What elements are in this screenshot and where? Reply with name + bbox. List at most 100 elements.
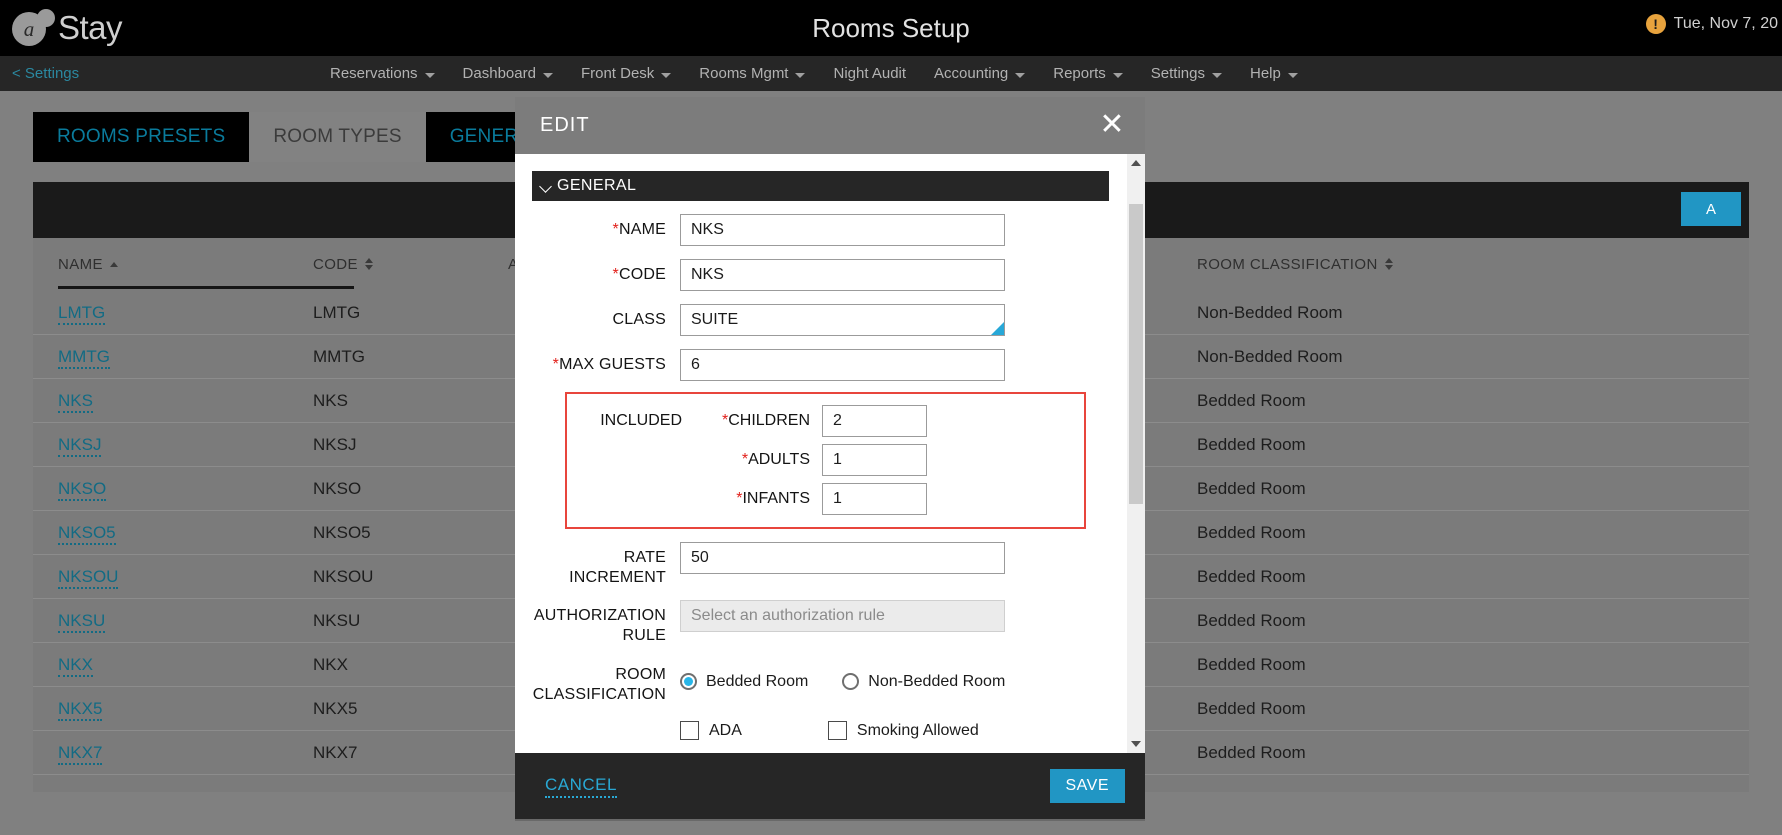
class-select[interactable]: SUITE: [680, 304, 1005, 336]
close-icon[interactable]: ✕: [1093, 106, 1131, 144]
back-to-settings-link[interactable]: < Settings: [12, 56, 79, 91]
menu-item-label: Front Desk: [580, 65, 655, 82]
tab-rooms-presets[interactable]: ROOMS PRESETS: [33, 112, 250, 162]
cell-code: LMTG: [313, 303, 361, 322]
row-name-link[interactable]: NKX7: [58, 743, 103, 765]
row-name-link[interactable]: MMTG: [58, 347, 110, 369]
column-header-name[interactable]: NAME: [58, 238, 118, 290]
menu-item-rooms-mgmt[interactable]: Rooms Mgmt: [699, 56, 806, 91]
warning-icon[interactable]: !: [1645, 14, 1666, 34]
row-name-link[interactable]: NKSU: [58, 611, 106, 633]
menu-item-label: Dashboard: [462, 65, 536, 82]
column-header-code[interactable]: CODE: [313, 238, 373, 290]
sort-asc-icon: [1384, 258, 1393, 263]
adults-input[interactable]: 1: [822, 444, 927, 476]
scrollbar-up-button[interactable]: [1127, 154, 1145, 172]
field-row-max-guests: *MAX GUESTS 6: [532, 349, 1109, 381]
infants-input[interactable]: 1: [822, 483, 927, 515]
menu-item-label: Reservations: [330, 65, 418, 82]
menu-item-dashboard[interactable]: Dashboard: [463, 56, 553, 91]
cell-room-classification: Bedded Room: [1197, 611, 1306, 630]
checkbox-smoking-allowed[interactable]: Smoking Allowed: [827, 721, 979, 741]
sort-asc-icon: [109, 261, 118, 267]
menu-item-reports[interactable]: Reports: [1053, 56, 1123, 91]
row-name-link[interactable]: LMTG: [58, 303, 106, 325]
tab-room-types[interactable]: ROOM TYPES: [249, 112, 426, 162]
brand-name: Stay: [58, 9, 123, 46]
menu-item-label: Help: [1249, 65, 1281, 82]
top-bar: a Stay Rooms Setup ! Tue, Nov 7, 20: [0, 0, 1782, 56]
field-row-rate-increment: RATE INCREMENT 50: [532, 542, 1109, 587]
chevron-down-icon: [1211, 72, 1222, 78]
included-row-infants: *INFANTS 1: [567, 483, 1084, 515]
dialog-body: GENERAL *NAME NKS *CODE NKS CLASS SUITE: [515, 154, 1145, 753]
authorization-rule-input[interactable]: Select an authorization rule: [680, 600, 1005, 633]
tab-label: ROOMS PRESETS: [57, 126, 226, 147]
cell-room-classification: Bedded Room: [1197, 655, 1306, 674]
field-row-authorization-rule: AUTHORIZATION RULE Select an authorizati…: [532, 600, 1109, 645]
checkbox-ada[interactable]: ADA: [680, 721, 742, 741]
dialog-footer: CANCEL SAVE: [515, 753, 1145, 819]
row-name-link[interactable]: NKSJ: [58, 435, 102, 457]
label-max-guests: *MAX GUESTS: [532, 349, 680, 375]
max-guests-input[interactable]: 6: [680, 349, 1005, 381]
chevron-down-icon: [1287, 72, 1298, 78]
cell-code: NKSJ: [313, 435, 357, 454]
cell-room-classification: Bedded Room: [1197, 479, 1306, 498]
radio-bedded-room[interactable]: Bedded Room: [680, 673, 808, 691]
menu-item-label: Accounting: [934, 65, 1009, 82]
dialog-scroll-area: GENERAL *NAME NKS *CODE NKS CLASS SUITE: [515, 154, 1127, 753]
sort-asc-icon: [364, 258, 373, 263]
add-button[interactable]: A: [1681, 192, 1741, 226]
checkbox-smoking-label: Smoking Allowed: [856, 721, 979, 739]
sort-icon: [1384, 258, 1393, 270]
cell-room-classification: Non-Bedded Room: [1197, 347, 1343, 366]
rate-increment-input[interactable]: 50: [680, 542, 1005, 574]
column-header-room-classification[interactable]: ROOM CLASSIFICATION: [1197, 238, 1393, 290]
cell-room-classification: Non-Bedded Room: [1197, 303, 1343, 322]
cell-room-classification: Bedded Room: [1197, 435, 1306, 454]
cell-room-classification: Bedded Room: [1197, 743, 1306, 762]
row-name-link[interactable]: NKSO: [58, 479, 107, 501]
row-name-link[interactable]: NKS: [58, 391, 93, 413]
menu-item-label: Rooms Mgmt: [699, 65, 789, 82]
scrollbar-down-button[interactable]: [1127, 735, 1145, 753]
row-name-link[interactable]: NKSOU: [58, 567, 119, 589]
row-name-link[interactable]: NKX5: [58, 699, 103, 721]
menu-item-settings[interactable]: Settings: [1151, 56, 1222, 91]
chevron-down-icon: [542, 72, 553, 78]
app-logo[interactable]: a Stay: [10, 4, 123, 52]
row-name-link[interactable]: NKX: [58, 655, 93, 677]
children-input[interactable]: 2: [822, 405, 927, 437]
label-authorization-rule: AUTHORIZATION RULE: [533, 607, 666, 644]
sort-desc-icon: [1384, 265, 1393, 270]
menu-item-accounting[interactable]: Accounting: [934, 56, 1026, 91]
menu-item-front-desk[interactable]: Front Desk: [580, 56, 672, 91]
dialog-title: EDIT: [540, 114, 590, 136]
label-max-guests-text: MAX GUESTS: [559, 356, 666, 373]
included-row-children: INCLUDED *CHILDREN 2: [567, 405, 1084, 437]
checkbox-icon: [680, 721, 699, 741]
room-classification-radio-group: Bedded Room Non-Bedded Room: [680, 673, 1005, 691]
menu-item-label: Night Audit: [833, 65, 907, 82]
included-row-adults: *ADULTS 1: [567, 444, 1084, 476]
menu-item-night-audit[interactable]: Night Audit: [833, 56, 906, 91]
code-input[interactable]: NKS: [680, 259, 1005, 291]
cell-name: NKSJ: [58, 423, 102, 467]
section-header-general[interactable]: GENERAL: [532, 171, 1109, 201]
cancel-button[interactable]: CANCEL: [545, 774, 617, 798]
row-name-link[interactable]: NKSO5: [58, 523, 116, 545]
chevron-down-icon: [1131, 741, 1141, 747]
menu-item-reservations[interactable]: Reservations: [330, 56, 435, 91]
scrollbar-thumb[interactable]: [1129, 204, 1143, 504]
sort-icon: [364, 258, 373, 270]
dialog-scrollbar[interactable]: [1127, 154, 1145, 753]
chevron-down-icon: [795, 72, 806, 78]
save-button[interactable]: SAVE: [1049, 769, 1125, 803]
radio-non-bedded-room[interactable]: Non-Bedded Room: [842, 673, 1005, 691]
checkbox-row: ADA Smoking Allowed: [532, 721, 1109, 741]
label-children-text: CHILDREN: [728, 412, 810, 429]
menu-item-help[interactable]: Help: [1250, 56, 1298, 91]
name-input[interactable]: NKS: [680, 214, 1005, 246]
label-room-classification: ROOM CLASSIFICATION: [532, 666, 666, 703]
